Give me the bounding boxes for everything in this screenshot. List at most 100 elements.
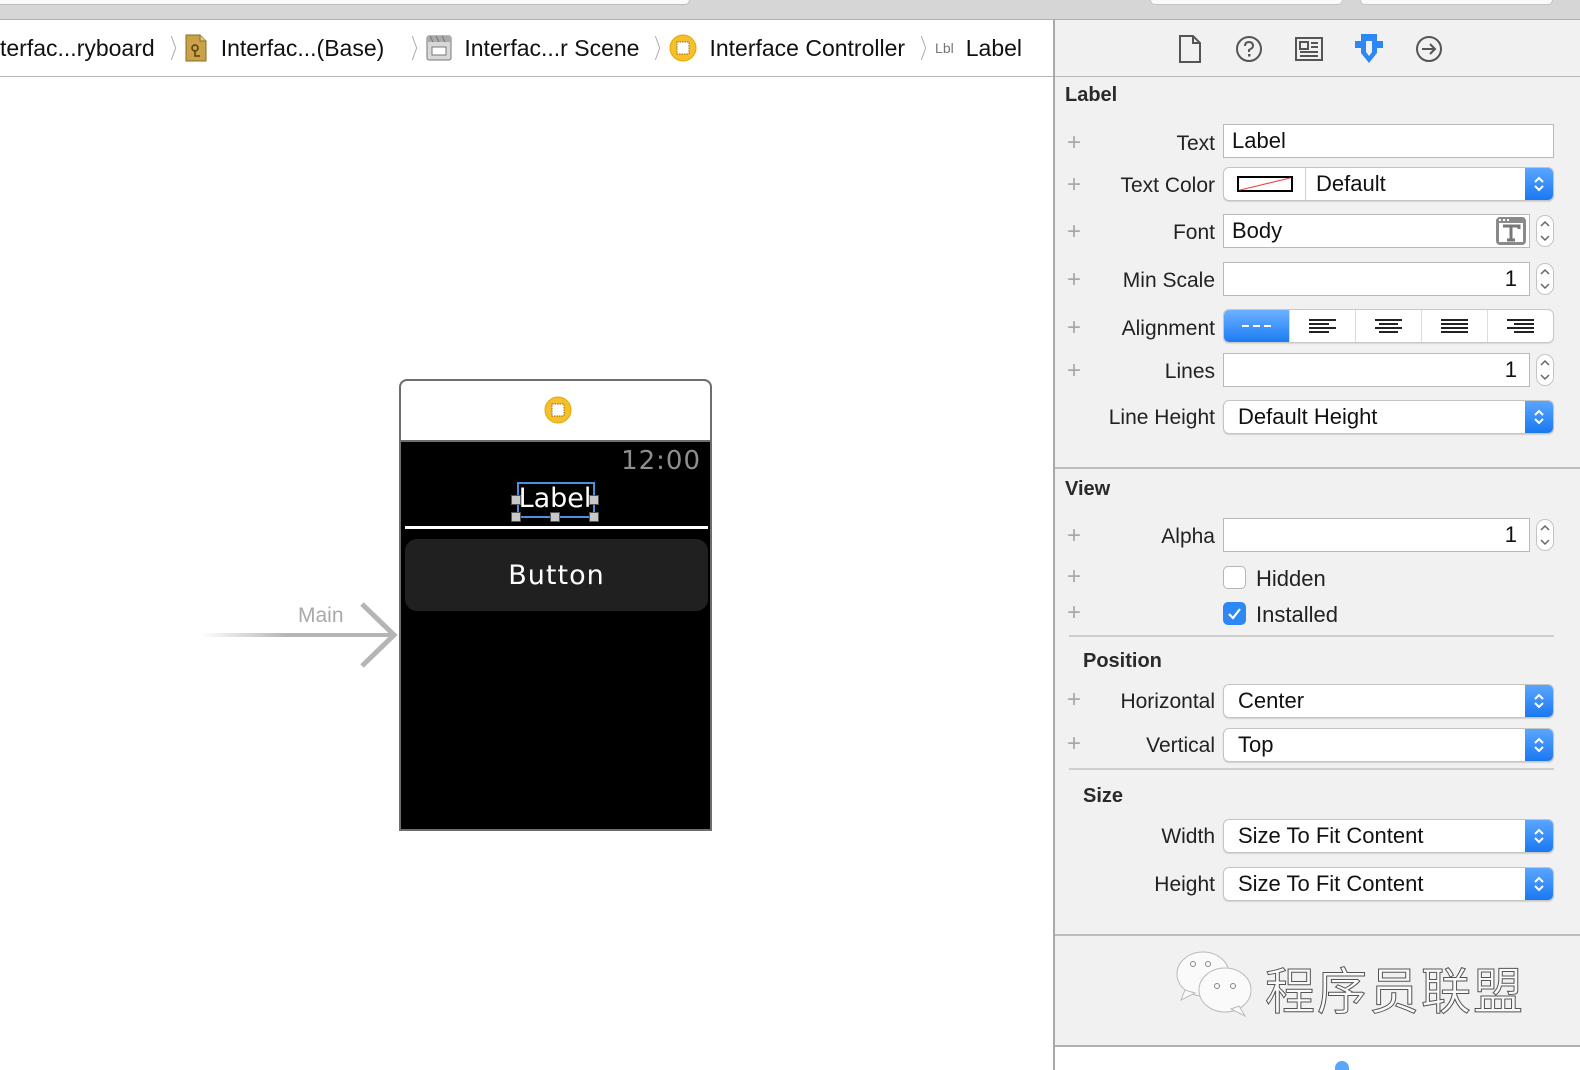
library-bar xyxy=(1055,1045,1580,1070)
resize-handle[interactable] xyxy=(511,512,521,522)
alpha-stepper[interactable] xyxy=(1536,519,1554,551)
tab-quick-help[interactable] xyxy=(1232,32,1266,66)
identity-icon xyxy=(1295,37,1323,61)
font-picker-icon[interactable] xyxy=(1495,216,1527,246)
width-popup[interactable]: Size To Fit Content xyxy=(1223,819,1554,853)
library-tab-indicator[interactable] xyxy=(1335,1061,1349,1070)
popup-arrows-icon xyxy=(1525,168,1553,200)
breadcrumb-label: Interface Controller xyxy=(709,34,906,61)
lines-stepper[interactable] xyxy=(1536,354,1554,386)
inspector-panel: Label + Text Label + Text Color Default … xyxy=(1053,20,1580,1070)
lines-value: 1 xyxy=(1504,357,1517,382)
entry-point-label: Main xyxy=(298,604,344,627)
wechat-icon xyxy=(1176,951,1252,1018)
watermark-text: 程序员联盟 xyxy=(1265,963,1525,1022)
resize-handle[interactable] xyxy=(550,512,560,522)
breadcrumb-storyboard[interactable]: terfac...ryboard xyxy=(0,20,155,76)
resize-handle[interactable] xyxy=(511,495,521,505)
popup-arrows-icon xyxy=(1525,685,1553,717)
watch-label-element[interactable]: Label xyxy=(511,482,599,522)
resize-handle[interactable] xyxy=(589,512,599,522)
popup-arrows-icon xyxy=(1525,729,1553,761)
toolbar-segment-editor[interactable] xyxy=(1150,0,1343,5)
min-scale-stepper[interactable] xyxy=(1536,263,1554,295)
breadcrumb-base[interactable]: Interfac...(Base) xyxy=(185,20,385,76)
height-label: Height xyxy=(1154,873,1215,896)
font-field[interactable]: Body xyxy=(1223,214,1530,248)
breadcrumb-label-item[interactable]: Lbl Label xyxy=(935,20,1022,76)
installed-label: Installed xyxy=(1256,602,1338,627)
installed-checkbox[interactable] xyxy=(1223,602,1246,625)
hidden-checkbox[interactable] xyxy=(1223,566,1246,589)
text-color-label: Text Color xyxy=(1120,174,1215,197)
watch-separator[interactable] xyxy=(405,526,708,529)
text-field[interactable]: Label xyxy=(1223,124,1554,158)
watch-interface-controller[interactable]: 12:00 Label Button xyxy=(399,379,712,831)
plus-icon[interactable]: + xyxy=(1067,565,1081,589)
tab-identity-inspector[interactable] xyxy=(1292,32,1326,66)
chevron-right-icon xyxy=(161,33,175,63)
toolbar-segment-view[interactable] xyxy=(1360,0,1553,5)
text-color-popup[interactable]: Default xyxy=(1223,167,1554,201)
localized-storyboard-icon xyxy=(185,34,207,62)
align-justified-button[interactable] xyxy=(1421,310,1487,342)
font-size-stepper[interactable] xyxy=(1536,215,1554,247)
min-scale-label: Min Scale xyxy=(1122,269,1215,292)
popup-arrows-icon xyxy=(1525,868,1553,900)
watermark: 程序员联盟 xyxy=(1175,948,1525,1022)
tab-file-inspector[interactable] xyxy=(1173,32,1207,66)
align-center-icon xyxy=(1374,319,1402,333)
tab-attributes-inspector[interactable] xyxy=(1352,32,1386,66)
min-scale-field[interactable]: 1 xyxy=(1223,262,1530,296)
attributes-icon xyxy=(1355,34,1383,63)
breadcrumb-label: Label xyxy=(965,34,1023,61)
interface-controller-icon xyxy=(669,34,697,62)
breadcrumb-label: terfac...ryboard xyxy=(0,34,155,61)
align-natural-icon xyxy=(1241,325,1271,327)
font-label: Font xyxy=(1172,221,1215,244)
min-scale-value: 1 xyxy=(1504,266,1517,291)
vertical-label: Vertical xyxy=(1146,734,1215,757)
hidden-label: Hidden xyxy=(1256,566,1326,591)
label-icon: Lbl xyxy=(935,40,954,56)
line-height-label: Line Height xyxy=(1108,406,1215,429)
lines-field[interactable]: 1 xyxy=(1223,353,1530,387)
chevron-right-icon xyxy=(402,33,416,63)
line-height-popup[interactable]: Default Height xyxy=(1223,400,1554,434)
tab-connections-inspector[interactable] xyxy=(1412,32,1446,66)
toolbar-segment-left xyxy=(0,0,690,5)
section-divider xyxy=(1055,467,1580,469)
alpha-field[interactable]: 1 xyxy=(1223,518,1530,552)
color-swatch-icon xyxy=(1236,176,1293,192)
arrow-right-circle-icon xyxy=(1416,36,1442,62)
align-left-icon xyxy=(1308,319,1336,333)
section-divider xyxy=(1069,768,1554,770)
align-center-button[interactable] xyxy=(1355,310,1421,342)
breadcrumb-label: Interfac...r Scene xyxy=(464,34,640,61)
section-divider xyxy=(1055,934,1580,936)
breadcrumb-interface-controller[interactable]: Interface Controller xyxy=(669,20,905,76)
horizontal-popup[interactable]: Center xyxy=(1223,684,1554,718)
horizontal-value: Center xyxy=(1238,688,1305,713)
align-right-icon xyxy=(1506,319,1534,333)
horizontal-label: Horizontal xyxy=(1120,690,1215,713)
help-icon xyxy=(1236,36,1262,62)
resize-handle[interactable] xyxy=(589,495,599,505)
vertical-popup[interactable]: Top xyxy=(1223,728,1554,762)
line-height-value: Default Height xyxy=(1238,404,1378,429)
section-title-label: Label xyxy=(1065,84,1118,106)
checkmark-icon xyxy=(1228,608,1241,620)
width-value: Size To Fit Content xyxy=(1238,823,1424,848)
breadcrumb-scene[interactable]: Interfac...r Scene xyxy=(426,20,639,76)
align-right-button[interactable] xyxy=(1487,310,1553,342)
align-natural-button[interactable] xyxy=(1224,310,1289,342)
color-well[interactable] xyxy=(1224,168,1306,200)
lines-label: Lines xyxy=(1164,360,1215,383)
breadcrumb-label: Interfac...(Base) xyxy=(220,34,385,61)
watch-button[interactable]: Button xyxy=(405,539,708,611)
plus-icon[interactable]: + xyxy=(1067,601,1081,625)
interface-controller-icon[interactable] xyxy=(544,396,572,424)
height-popup[interactable]: Size To Fit Content xyxy=(1223,867,1554,901)
text-label: Text xyxy=(1176,132,1215,155)
align-left-button[interactable] xyxy=(1289,310,1355,342)
